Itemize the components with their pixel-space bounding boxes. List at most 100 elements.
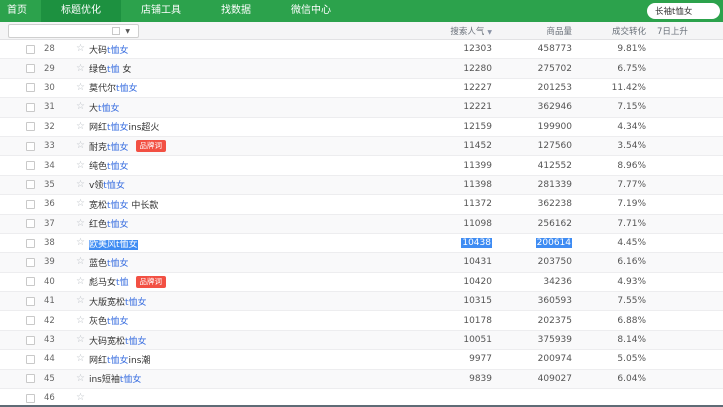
row-checkbox[interactable] (26, 180, 35, 190)
table-row[interactable]: 31 ☆ 大t恤女 12221 362946 7.15% (0, 98, 723, 118)
row-checkbox[interactable] (26, 296, 35, 306)
nav-item-shop-tools[interactable]: 店铺工具 (121, 0, 201, 22)
table-row[interactable]: 42 ☆ 灰色t恤女 10178 202375 6.88% (0, 311, 723, 331)
row-checkbox[interactable] (26, 199, 35, 209)
keyword-cell: ☆ ins短袖t恤女 (72, 372, 382, 385)
star-icon[interactable]: ☆ (76, 141, 85, 151)
star-icon[interactable]: ☆ (76, 238, 85, 248)
products-cell: 281339 (537, 179, 572, 190)
nav-item-title-optimize[interactable]: 标题优化 (41, 0, 121, 22)
star-icon[interactable]: ☆ (76, 160, 85, 171)
table-row[interactable]: 28 ☆ 大码t恤女 12303 458773 9.81% (0, 40, 723, 60)
keyword-link[interactable]: v领t恤女 (89, 178, 125, 191)
star-icon[interactable]: ☆ (76, 257, 85, 267)
keyword-link[interactable]: 灰色t恤女 (89, 314, 129, 327)
row-checkbox[interactable] (26, 335, 35, 345)
keyword-link[interactable]: 网红t恤女ins超火 (89, 120, 159, 133)
keyword-link[interactable]: 蓝色t恤女 (89, 256, 129, 269)
star-icon[interactable]: ☆ (76, 179, 85, 190)
keyword-link[interactable]: 纯色t恤女 (89, 159, 129, 172)
table-row[interactable]: 30 ☆ 莫代尔t恤女 12227 201253 11.42% (0, 78, 723, 99)
table-row[interactable]: 44 ☆ 网红t恤女ins潮 9977 200974 5.05% (0, 350, 723, 370)
star-icon[interactable]: ☆ (76, 121, 85, 132)
row-checkbox[interactable] (26, 354, 35, 364)
keyword-link[interactable]: 绿色t恤 女 (89, 62, 131, 75)
row-checkbox[interactable] (26, 44, 35, 54)
popularity-cell: 10431 (463, 257, 492, 268)
row-checkbox[interactable] (26, 64, 35, 74)
row-checkbox[interactable] (26, 219, 35, 229)
table-row[interactable]: 37 ☆ 红色t恤女 11098 256162 7.71% (0, 214, 723, 234)
popularity-cell: 10420 (463, 276, 492, 287)
products-cell: 275702 (537, 63, 572, 74)
popularity-cell: 11398 (463, 179, 492, 190)
row-checkbox[interactable] (26, 83, 35, 93)
row-checkbox[interactable] (26, 393, 35, 403)
keyword-link[interactable]: 莫代尔t恤女 (89, 81, 138, 94)
keyword-link[interactable]: 耐克t恤女 (89, 140, 129, 153)
keyword-link[interactable]: 网红t恤女ins潮 (89, 353, 150, 366)
keyword-link[interactable]: ins短袖t恤女 (89, 372, 141, 385)
table-row[interactable]: 43 ☆ 大码宽松t恤女 10051 375939 8.14% (0, 330, 723, 351)
nav-item-wechat-center[interactable]: 微信中心 (271, 0, 351, 22)
star-icon[interactable]: ☆ (76, 102, 85, 112)
row-checkbox[interactable] (26, 374, 35, 384)
nav-item-find-data[interactable]: 找数据 (201, 0, 271, 22)
keyword-link[interactable]: 欧美风t恤女 (88, 237, 138, 250)
keyword-link[interactable]: 大码t恤女 (89, 43, 129, 56)
table-row[interactable]: 40 ☆ 彪马女t恤 品牌词 10420 34236 4.93% (0, 272, 723, 293)
star-icon[interactable]: ☆ (76, 373, 85, 384)
star-icon[interactable]: ☆ (76, 296, 85, 306)
row-checkbox[interactable] (26, 122, 35, 132)
row-checkbox[interactable] (26, 102, 35, 112)
row-number: 28 (44, 44, 55, 55)
table-row[interactable]: 38 ☆ 欧美风t恤女 10438 200614 4.45% (0, 233, 723, 254)
row-checkbox[interactable] (26, 316, 35, 326)
table-row[interactable]: 32 ☆ 网红t恤女ins超火 12159 199900 4.34% (0, 117, 723, 137)
conversion-cell: 11.42% (611, 82, 646, 93)
table-row[interactable]: 33 ☆ 耐克t恤女 品牌词 11452 127560 3.54% (0, 136, 723, 157)
keyword-link[interactable]: 大t恤女 (89, 101, 120, 114)
star-icon[interactable]: ☆ (76, 315, 85, 326)
table-row[interactable]: 41 ☆ 大版宽松t恤女 10315 360593 7.55% (0, 292, 723, 312)
star-icon[interactable]: ☆ (76, 335, 85, 345)
keyword-link[interactable]: 大版宽松t恤女 (89, 295, 147, 308)
nav-item-home[interactable]: 首页 (0, 0, 41, 22)
row-number: 45 (44, 373, 55, 384)
star-icon[interactable]: ☆ (76, 63, 85, 74)
star-icon[interactable]: ☆ (76, 44, 85, 54)
row-checkbox[interactable] (26, 238, 35, 248)
row-number: 37 (44, 218, 55, 229)
row-checkbox[interactable] (26, 141, 35, 151)
search-input[interactable] (647, 3, 720, 19)
select-all-dropdown[interactable]: ▼ (8, 24, 139, 38)
select-all-checkbox[interactable] (112, 27, 121, 35)
header-rise[interactable]: 7日上升 (652, 25, 723, 37)
sort-desc-icon[interactable]: ▼ (487, 29, 492, 36)
table-row[interactable]: 36 ☆ 宽松t恤女 中长款 11372 362238 7.19% (0, 195, 723, 215)
star-icon[interactable]: ☆ (76, 218, 85, 229)
row-checkbox[interactable] (26, 277, 35, 287)
keyword-cell: ☆ 网红t恤女ins潮 (72, 353, 382, 366)
star-icon[interactable]: ☆ (76, 82, 85, 93)
header-conversion[interactable]: 成交转化 (577, 25, 652, 37)
star-icon[interactable]: ☆ (76, 199, 85, 209)
keyword-cell: ☆ 蓝色t恤女 (72, 256, 382, 269)
header-popularity[interactable]: 搜索人气 ▼ (382, 25, 497, 37)
star-icon[interactable]: ☆ (76, 393, 85, 403)
table-row[interactable]: 29 ☆ 绿色t恤 女 12280 275702 6.75% (0, 59, 723, 79)
table-row[interactable]: 39 ☆ 蓝色t恤女 10431 203750 6.16% (0, 253, 723, 273)
star-icon[interactable]: ☆ (76, 276, 85, 287)
keyword-link[interactable]: 大码宽松t恤女 (89, 334, 147, 347)
row-checkbox[interactable] (26, 257, 35, 267)
table-row[interactable]: 34 ☆ 纯色t恤女 11399 412552 8.96% (0, 156, 723, 176)
keyword-link[interactable]: 彪马女t恤 (89, 275, 129, 288)
row-checkbox[interactable] (26, 161, 35, 171)
table-row[interactable]: 35 ☆ v领t恤女 11398 281339 7.77% (0, 175, 723, 196)
header-products[interactable]: 商品量 (497, 25, 577, 37)
star-icon[interactable]: ☆ (76, 354, 85, 364)
keyword-link[interactable]: 红色t恤女 (89, 217, 129, 230)
keyword-link[interactable]: 宽松t恤女 中长款 (89, 198, 158, 211)
keyword-cell: ☆ 大t恤女 (72, 101, 382, 114)
table-row[interactable]: 45 ☆ ins短袖t恤女 9839 409027 6.04% (0, 369, 723, 390)
